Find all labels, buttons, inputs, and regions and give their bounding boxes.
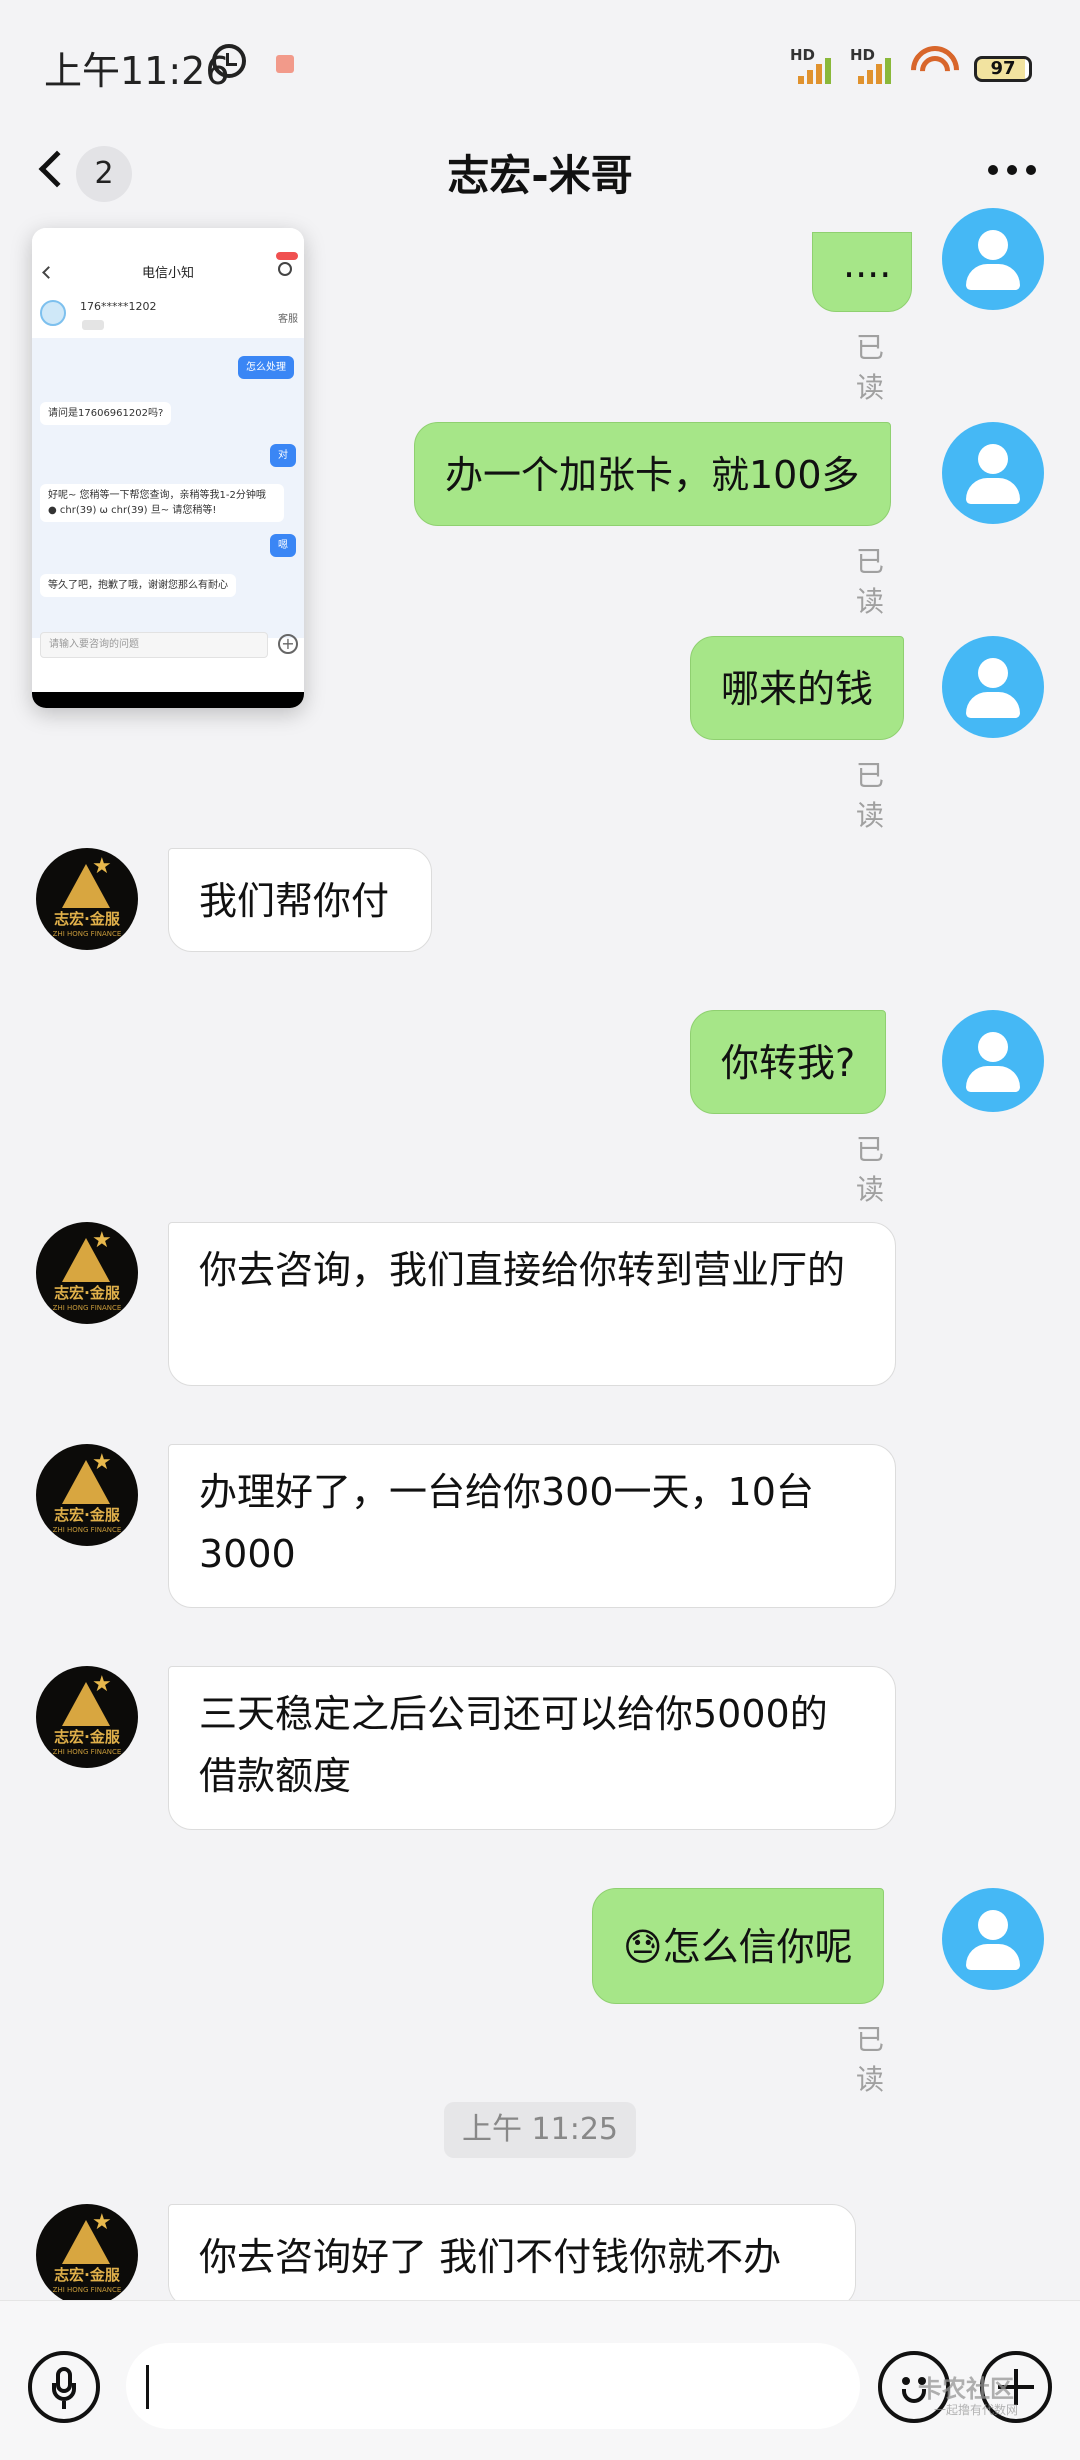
microphone-icon[interactable]: [28, 2351, 100, 2423]
more-options-button[interactable]: [988, 160, 1044, 180]
share-icon: [278, 262, 292, 276]
contact-avatar[interactable]: ★ 志宏·金服 ZHI HONG FINANCE: [36, 1444, 138, 1546]
message-bubble-sent[interactable]: 你转我?: [690, 1010, 887, 1114]
read-status: 已读: [856, 1133, 885, 1206]
preview-message: 好呢~ 您稍等一下帮您查询，亲稍等我1-2分钟哦 ● chr(39) ω chr…: [40, 484, 284, 522]
wifi-icon: [901, 36, 969, 104]
preview-message: 怎么处理: [238, 356, 294, 379]
user-avatar[interactable]: [942, 1010, 1044, 1112]
screenshot-preview-thumbnail[interactable]: 电信小知 176*****1202 客服 怎么处理 请问是17606961202…: [32, 228, 304, 708]
notification-app-icon: [276, 55, 294, 73]
read-status: 已读: [856, 759, 885, 832]
read-status: 已读: [856, 545, 885, 618]
plus-icon: +: [278, 634, 298, 654]
alarm-icon: [212, 44, 246, 78]
preview-message: 请问是17606961202吗?: [40, 402, 172, 425]
preview-service-label: 客服: [278, 314, 298, 325]
preview-chat-body: 怎么处理 请问是17606961202吗? 对 好呢~ 您稍等一下帮您查询，亲稍…: [32, 338, 304, 638]
user-avatar[interactable]: [942, 422, 1044, 524]
time-separator: 上午 11:25: [444, 2102, 636, 2158]
preview-message: 等久了吧，抱歉了哦，谢谢您那么有耐心: [40, 574, 236, 597]
preview-input: 请输入要咨询的问题: [40, 632, 268, 658]
battery-icon: 97: [974, 56, 1032, 82]
message-bubble-received[interactable]: 办理好了，一台给你300一天，10台3000: [168, 1444, 896, 1608]
user-avatar[interactable]: [942, 208, 1044, 310]
chat-header: 2 志宏-米哥: [0, 130, 1080, 230]
contact-avatar[interactable]: ★ 志宏·金服 ZHI HONG FINANCE: [36, 1222, 138, 1324]
message-bubble-received[interactable]: 我们帮你付: [168, 848, 432, 952]
preview-footer: [32, 692, 304, 708]
watermark-subtitle: 一起撸有代数网: [934, 2403, 1019, 2417]
message-bubble-sent[interactable]: 😓怎么信你呢: [592, 1888, 884, 2004]
preview-phone: 176*****1202: [80, 300, 157, 313]
text-caret: [146, 2365, 149, 2409]
message-bubble-sent[interactable]: 哪来的钱: [690, 636, 905, 740]
contact-avatar[interactable]: ★ 志宏·金服 ZHI HONG FINANCE: [36, 1666, 138, 1768]
read-status: 已读: [856, 331, 885, 404]
preview-message: 嗯: [270, 534, 296, 557]
contact-avatar[interactable]: ★ 志宏·金服 ZHI HONG FINANCE: [36, 2204, 138, 2306]
watermark: 卡农社区: [918, 2375, 1014, 2403]
input-bar: 卡农社区 一起撸有代数网: [0, 2300, 1080, 2460]
contact-avatar[interactable]: ★ 志宏·金服 ZHI HONG FINANCE: [36, 848, 138, 950]
preview-header: 电信小知 176*****1202 客服: [32, 228, 304, 338]
message-bubble-sent[interactable]: 办一个加张卡，就100多: [414, 422, 891, 526]
preview-title: 电信小知: [141, 266, 194, 281]
cellular-signal-icon: HD: [790, 46, 836, 84]
chat-title: 志宏-米哥: [447, 151, 633, 200]
preview-badge: [276, 252, 298, 260]
user-avatar[interactable]: [942, 636, 1044, 738]
user-avatar[interactable]: [942, 1888, 1044, 1990]
message-bubble-sent[interactable]: ....: [812, 232, 912, 312]
cellular-signal-icon: HD: [850, 46, 896, 84]
message-bubble-received[interactable]: 三天稳定之后公司还可以给你5000的借款额度: [168, 1666, 896, 1830]
message-bubble-received[interactable]: 你去咨询，我们直接给你转到营业厅的: [168, 1222, 896, 1386]
read-status: 已读: [856, 2023, 885, 2096]
message-bubble-received[interactable]: 你去咨询好了 我们不付钱你就不办: [168, 2204, 856, 2308]
message-input[interactable]: [126, 2343, 860, 2429]
status-bar: 上午11:26 HD HD 97: [0, 0, 1080, 130]
preview-avatar: [40, 300, 66, 326]
preview-tag: [82, 320, 104, 330]
status-time: 上午11:26: [44, 49, 230, 93]
preview-message: 对: [270, 444, 296, 467]
